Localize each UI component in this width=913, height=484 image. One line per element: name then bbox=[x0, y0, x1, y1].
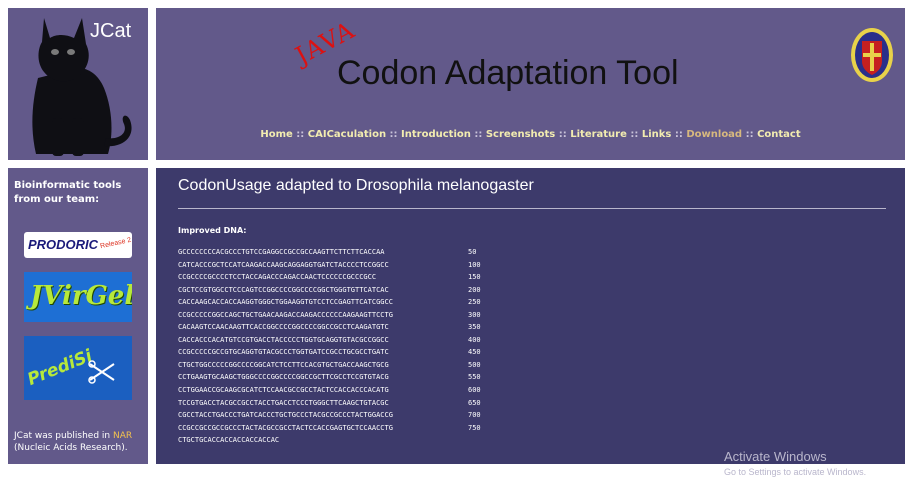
nav-link-literature[interactable]: Literature bbox=[570, 129, 627, 140]
nar-link[interactable]: NAR bbox=[113, 431, 132, 441]
sequence-text: TCCGTGACCTACGCCGCCTACCTGACCTCCCTGGGCTTCA… bbox=[178, 398, 389, 407]
sequence-position: 600 bbox=[468, 386, 481, 395]
result-title: CodonUsage adapted to Drosophila melanog… bbox=[178, 177, 534, 194]
main-nav: Home :: CAICaculation :: Introduction ::… bbox=[156, 129, 905, 140]
nav-separator: :: bbox=[626, 129, 642, 140]
jcat-logo: JCat bbox=[8, 8, 148, 160]
nav-link-download[interactable]: Download bbox=[686, 129, 742, 140]
sequence-position: 750 bbox=[468, 423, 481, 432]
sequence-position: 100 bbox=[468, 260, 481, 269]
sequence-position: 300 bbox=[468, 310, 481, 319]
sequence-text: CCGCCGCCGCCGCCCTACTACGCCGCCTACTCCACCGAGT… bbox=[178, 423, 393, 432]
publication-note: JCat was published in NAR (Nucleic Acids… bbox=[14, 430, 146, 454]
sequence-text: CTGCTGCACCACCACCACCACCAC bbox=[178, 436, 280, 445]
sequence-position: 400 bbox=[468, 335, 481, 344]
sequence-position: 450 bbox=[468, 348, 481, 357]
sequence-row: CACAAGTCCAACAAGTTCACCGGCCCCGGCCCCGGCCGCC… bbox=[178, 321, 498, 334]
predisi-name: PrediSi bbox=[24, 346, 96, 390]
sequence-position: 150 bbox=[468, 273, 481, 282]
prodoric-name: PRODORIC bbox=[28, 237, 99, 252]
nav-link-links[interactable]: Links bbox=[642, 129, 672, 140]
note-text-post: (Nucleic Acids Research). bbox=[14, 443, 128, 453]
sequence-row: CCGCCCCGCCCCTCCTACCAGACCCAGACCAACTCCCCCC… bbox=[178, 271, 498, 284]
watermark-line1: Activate Windows bbox=[724, 449, 827, 464]
sequence-row: CTGCTGGCCCCCGGCCCCGGCATCTCCTTCCACGTGCTGA… bbox=[178, 359, 498, 372]
sidebar-heading: Bioinformatic tools from our team: bbox=[14, 180, 122, 205]
nav-separator: :: bbox=[386, 129, 402, 140]
nav-link-home[interactable]: Home bbox=[260, 129, 292, 140]
nav-separator: :: bbox=[742, 129, 758, 140]
jcat-logo-text: JCat bbox=[90, 20, 132, 42]
divider bbox=[178, 208, 886, 209]
sidebar: Bioinformatic tools from our team: PRODO… bbox=[8, 168, 148, 464]
sequence-text: CACAAGTCCAACAAGTTCACCGGCCCCGGCCCCGGCCGCC… bbox=[178, 323, 389, 332]
university-seal-icon bbox=[851, 28, 893, 82]
sequence-row: CCGCCGCCGCCGCCCTACTACGCCGCCTACTCCACCGAGT… bbox=[178, 422, 498, 435]
watermark-line2: Go to Settings to activate Windows. bbox=[724, 467, 867, 477]
sequence-text: CCGCCCCCGCCGTGCAGGTGTACGCCCTGGTGATCCGCCT… bbox=[178, 348, 389, 357]
sequence-row: CCTGGAACCGCAAGCGCATCTCCAACGCCGCCTACTCCAC… bbox=[178, 384, 498, 397]
sequence-text: CACCACCCACATGTCCGTGACCTACCCCCTGGTGCAGGTG… bbox=[178, 335, 389, 344]
nav-link-screenshots[interactable]: Screenshots bbox=[486, 129, 555, 140]
sequence-position: 550 bbox=[468, 373, 481, 382]
activate-windows-watermark: Activate Windows Go to Settings to activ… bbox=[724, 449, 910, 477]
sequence-text: CCGCCCCGCCCCTCCTACCAGACCCAGACCAACTCCCCCC… bbox=[178, 273, 377, 282]
sequence-row: CACCAAGCACCACCAAGGTGGGCTGGAAGGTGTCCTCCGA… bbox=[178, 296, 498, 309]
prodoric-release-tag: Release 2 bbox=[99, 236, 132, 251]
sequence-row: CGCTCCGTGGCCTCCCAGTCCGGCCCCGGCCCCGGCTGGG… bbox=[178, 284, 498, 297]
sequence-position bbox=[468, 434, 498, 447]
sequence-row: TCCGTGACCTACGCCGCCTACCTGACCTCCCTGGGCTTCA… bbox=[178, 397, 498, 410]
improved-dna-label: Improved DNA: bbox=[178, 226, 247, 235]
sequence-row: GCCCCCCCCACGCCCTGTCCGAGGCCGCCGCCAAGTTCTT… bbox=[178, 246, 498, 259]
sequence-text: CGCCTACCTGACCCTGATCACCCTGCTGCCCTACGCCGCC… bbox=[178, 411, 393, 420]
nav-link-introduction[interactable]: Introduction bbox=[401, 129, 471, 140]
sequence-row: CACCACCCACATGTCCGTGACCTACCCCCTGGTGCAGGTG… bbox=[178, 334, 498, 347]
sequence-row: CTGCTGCACCACCACCACCACCAC bbox=[178, 434, 498, 447]
sequence-text: CTGCTGGCCCCCGGCCCCGGCATCTCCTTCCACGTGCTGA… bbox=[178, 360, 389, 369]
note-text-pre: JCat was published in bbox=[14, 431, 113, 441]
sequence-position: 350 bbox=[468, 323, 481, 332]
header: JAVA Codon Adaptation Tool Home :: CAICa… bbox=[156, 8, 905, 160]
sequence-row: CCGCCCCCGCCGTGCAGGTGTACGCCCTGGTGATCCGCCT… bbox=[178, 346, 498, 359]
sequence-position: 650 bbox=[468, 398, 481, 407]
sequence-text: CACCAAGCACCACCAAGGTGGGCTGGAAGGTGTCCTCCGA… bbox=[178, 298, 393, 307]
sequence-position: 50 bbox=[468, 248, 477, 256]
sequence-position: 500 bbox=[468, 360, 481, 369]
nav-separator: :: bbox=[470, 129, 486, 140]
sequence-text: CATCACCCGCTCCATCAAGACCAAGCAGGAGGTGATCTAC… bbox=[178, 260, 389, 269]
sequence-position: 700 bbox=[468, 411, 481, 420]
predisi-banner-link[interactable]: PrediSi bbox=[24, 336, 132, 400]
sequence-text: CCGCCCCCGGCCAGCTGCTGAACAAGACCAAGACCCCCCA… bbox=[178, 310, 393, 319]
nav-separator: :: bbox=[292, 129, 308, 140]
jvirgel-name: JVirGel bbox=[30, 281, 132, 311]
sequence-position: 200 bbox=[468, 285, 481, 294]
sequence-row: CCGCCCCCGGCCAGCTGCTGAACAAGACCAAGACCCCCCA… bbox=[178, 309, 498, 322]
sequence-row: CGCCTACCTGACCCTGATCACCCTGCTGCCCTACGCCGCC… bbox=[178, 409, 498, 422]
sequence-text: CCTGGAACCGCAAGCGCATCTCCAACGCCGCCTACTCCAC… bbox=[178, 386, 389, 395]
sequence-row: CATCACCCGCTCCATCAAGACCAAGCAGGAGGTGATCTAC… bbox=[178, 259, 498, 272]
nav-link-contact[interactable]: Contact bbox=[757, 129, 801, 140]
sequence-position: 250 bbox=[468, 298, 481, 307]
sequence-row: CCTGAAGTGCAAGCTGGGCCCCGGCCCCGGCCGCTTCGCC… bbox=[178, 371, 498, 384]
sequence-text: CCTGAAGTGCAAGCTGGGCCCCGGCCCCGGCCGCTTCGCC… bbox=[178, 373, 389, 382]
jvirgel-banner-link[interactable]: JVirGel bbox=[24, 272, 132, 322]
nav-separator: :: bbox=[555, 129, 571, 140]
main-content: CodonUsage adapted to Drosophila melanog… bbox=[156, 168, 905, 464]
sequence-text: CGCTCCGTGGCCTCCCAGTCCGGCCCCGGCCCCGGCTGGG… bbox=[178, 285, 389, 294]
prodoric-banner-link[interactable]: PRODORIC Release 2 bbox=[24, 232, 132, 258]
sequence-text: GCCCCCCCCACGCCCTGTCCGAGGCCGCCGCCAAGTTCTT… bbox=[178, 248, 385, 256]
nav-link-caicaculation[interactable]: CAICaculation bbox=[308, 129, 386, 140]
scissors-icon bbox=[88, 360, 115, 384]
page-title: Codon Adaptation Tool bbox=[337, 54, 679, 92]
nav-separator: :: bbox=[671, 129, 687, 140]
dna-sequence-block: GCCCCCCCCACGCCCTGTCCGAGGCCGCCGCCAAGTTCTT… bbox=[178, 246, 498, 447]
